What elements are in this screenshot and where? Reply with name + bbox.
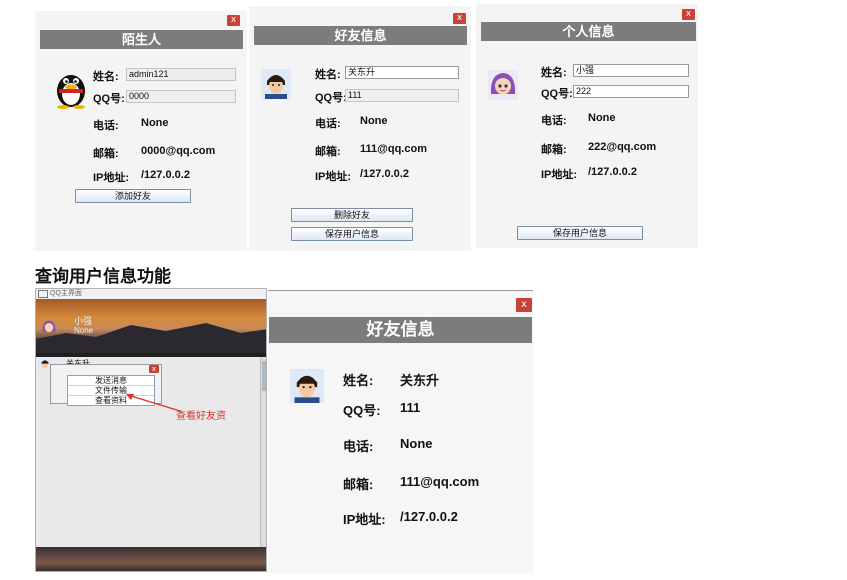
qq-field[interactable]: 0000 (126, 90, 236, 103)
annotation-arrow-icon (126, 394, 181, 412)
phone-label: 电话: (343, 439, 374, 454)
male-avatar (290, 369, 324, 403)
name-label: 姓名: (315, 69, 341, 81)
section-heading: 查询用户信息功能 (35, 267, 171, 287)
qq-field[interactable]: 111 (345, 89, 459, 102)
user-status: None (74, 326, 94, 335)
stranger-window: x 陌生人 姓名: admin121 QQ号: 0000 电话: None 邮箱… (35, 11, 247, 251)
email-value: 111@qq.com (400, 474, 480, 489)
annotation-text: 查看好友资 (176, 411, 226, 422)
phone-label: 电话: (315, 118, 341, 130)
phone-value: None (588, 112, 616, 124)
email-value: 222@qq.com (588, 141, 657, 153)
male-avatar (261, 69, 291, 99)
window-title: 陌生人 (40, 30, 243, 49)
friend-window: x 好友信息 姓名: 关东升 QQ号: 111 电话: None 邮箱: 111… (249, 6, 471, 251)
menu-close-button[interactable]: x (149, 365, 159, 373)
qq-label: QQ号: (343, 403, 381, 418)
name-field[interactable]: 关东升 (345, 66, 459, 79)
qq-main-window: QQ主界面 小强 None 关东升 x 发送消息 文件传输 查看资料 (35, 288, 267, 572)
friend-list-scrollbar[interactable] (260, 357, 266, 547)
ip-label: IP地址: (541, 169, 578, 181)
email-label: 邮箱: (541, 144, 567, 156)
female-avatar (488, 70, 518, 100)
ip-label: IP地址: (343, 512, 386, 527)
app-icon (38, 290, 48, 298)
qq-field[interactable]: 222 (573, 85, 689, 98)
ip-value: /127.0.0.2 (141, 169, 190, 181)
email-label: 邮箱: (93, 148, 119, 160)
qq-value: 111 (400, 400, 421, 415)
ip-value: /127.0.0.2 (360, 168, 409, 180)
email-label: 邮箱: (315, 146, 341, 158)
save-user-info-button[interactable]: 保存用户信息 (291, 227, 413, 241)
ip-value: /127.0.0.2 (400, 509, 458, 524)
close-button[interactable]: x (227, 15, 240, 26)
name-label: 姓名: (541, 67, 567, 79)
add-friend-button[interactable]: 添加好友 (75, 189, 191, 203)
phone-value: None (360, 115, 388, 127)
friend-info-window-large: x 好友信息 姓名: 关东升 QQ号: 111 电话: None 邮箱: 111… (268, 290, 533, 573)
bottom-banner (36, 547, 266, 571)
close-button[interactable]: x (453, 13, 466, 24)
qq-label: QQ号: (93, 93, 125, 105)
profile-banner: 小强 None (36, 299, 266, 353)
name-label: 姓名: (343, 373, 374, 388)
user-avatar[interactable] (41, 319, 57, 340)
phone-label: 电话: (541, 115, 567, 127)
name-value: 关东升 (400, 373, 440, 388)
menu-send-message[interactable]: 发送消息 (68, 376, 154, 386)
ip-value: /127.0.0.2 (588, 166, 637, 178)
phone-label: 电话: (93, 120, 119, 132)
close-button[interactable]: x (682, 9, 695, 20)
close-button[interactable]: x (516, 298, 532, 312)
phone-value: None (400, 436, 433, 451)
qq-penguin-avatar (51, 69, 91, 109)
ip-label: IP地址: (315, 171, 352, 183)
window-title: 个人信息 (481, 22, 696, 41)
qq-label: QQ号: (315, 92, 347, 104)
qq-label: QQ号: (541, 88, 573, 100)
name-field[interactable]: admin121 (126, 68, 236, 81)
name-label: 姓名: (93, 71, 119, 83)
email-label: 邮箱: (343, 477, 374, 492)
window-title: 好友信息 (269, 317, 532, 343)
ip-label: IP地址: (93, 172, 130, 184)
mountain-silhouette (36, 323, 266, 353)
save-user-info-button[interactable]: 保存用户信息 (517, 226, 643, 240)
main-window-title: QQ主界面 (50, 290, 82, 297)
window-title: 好友信息 (254, 26, 467, 45)
name-field[interactable]: 小强 (573, 64, 689, 77)
email-value: 0000@qq.com (141, 145, 216, 157)
delete-friend-button[interactable]: 删除好友 (291, 208, 413, 222)
email-value: 111@qq.com (360, 143, 427, 155)
personal-window: x 个人信息 姓名: 小强 QQ号: 222 电话: None 邮箱: 222@… (476, 4, 698, 248)
phone-value: None (141, 117, 169, 129)
main-window-titlebar: QQ主界面 (36, 289, 266, 299)
